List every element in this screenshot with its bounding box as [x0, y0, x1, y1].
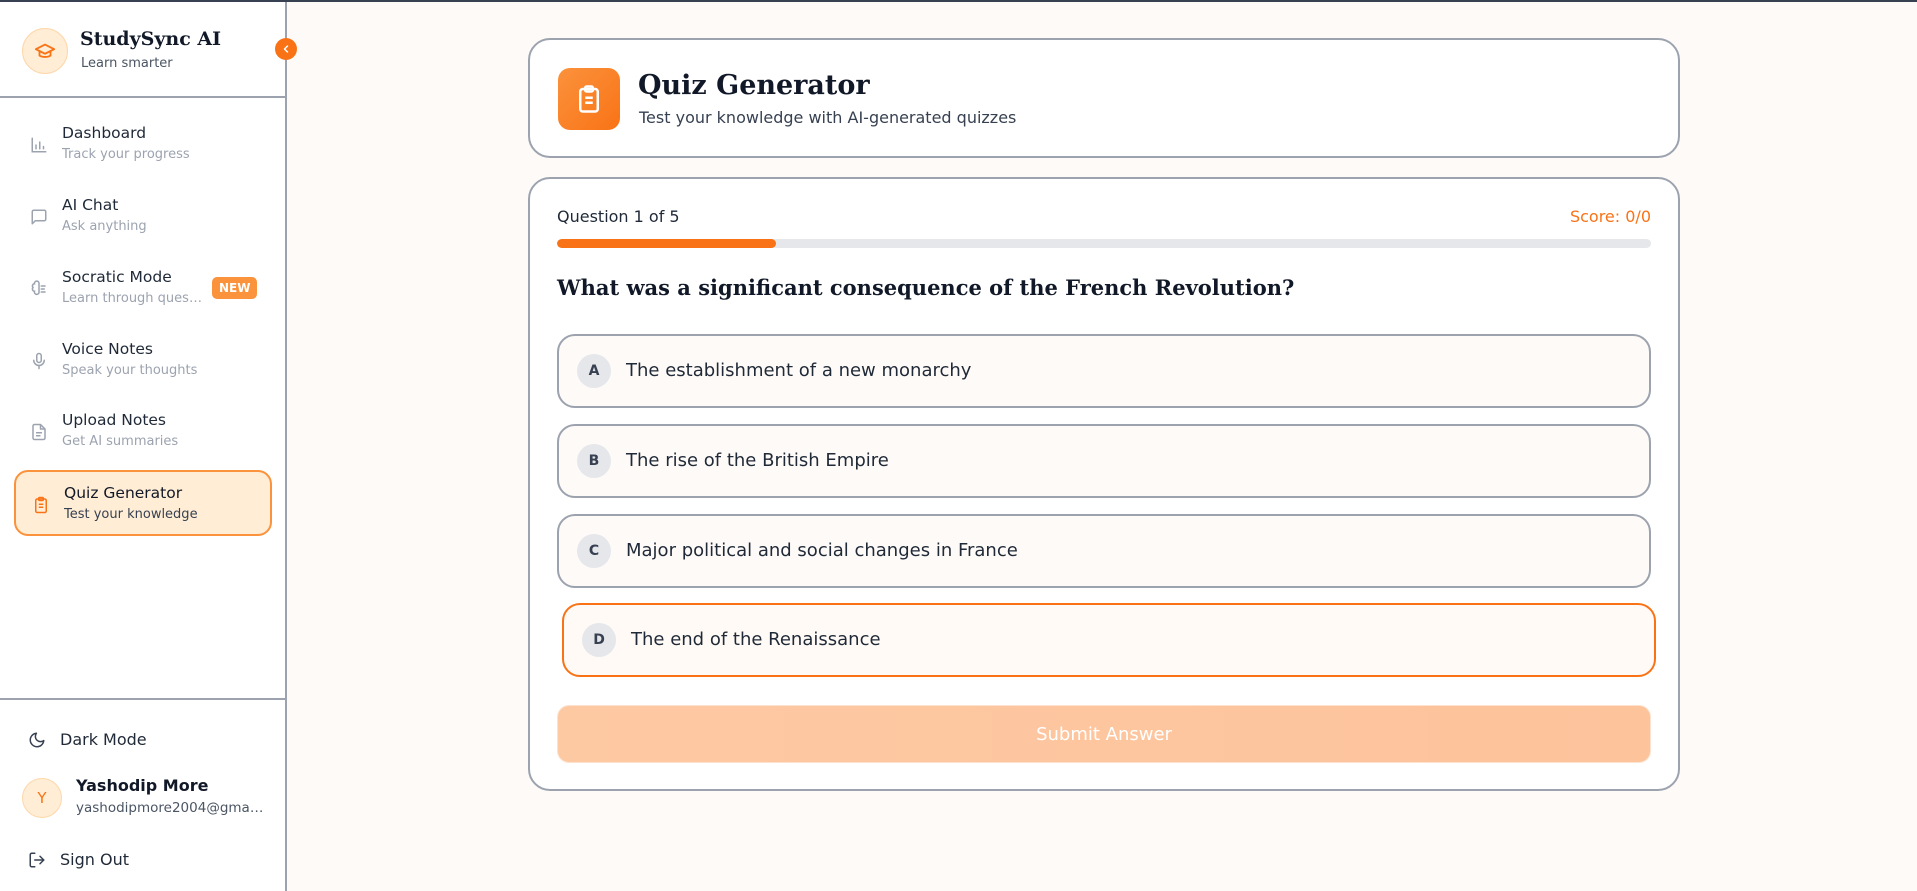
sidebar-item-quiz-generator[interactable]: Quiz Generator Test your knowledge — [14, 470, 272, 536]
message-icon — [28, 206, 50, 228]
question-counter: Question 1 of 5 — [557, 207, 680, 226]
moon-icon — [29, 732, 45, 748]
dark-mode-toggle[interactable]: Dark Mode — [26, 726, 266, 754]
sidebar-item-subtitle: Speak your thoughts — [62, 363, 198, 378]
user-profile[interactable]: Y Yashodip More yashodipmore2004@gmail.c… — [22, 776, 272, 826]
sidebar-item-title: Quiz Generator — [64, 484, 183, 502]
sign-out-button[interactable]: Sign Out — [26, 846, 226, 874]
sidebar-item-subtitle: Track your progress — [62, 147, 190, 162]
option-letter: C — [577, 534, 611, 568]
quiz-progress-bar — [557, 239, 1651, 248]
sign-out-label: Sign Out — [60, 850, 129, 869]
answer-option-a[interactable]: A The establishment of a new monarchy — [557, 334, 1651, 408]
sidebar-item-voice-notes[interactable]: Voice Notes Speak your thoughts — [14, 328, 272, 394]
sidebar-item-ai-chat[interactable]: AI Chat Ask anything — [14, 184, 272, 250]
user-name: Yashodip More — [76, 776, 209, 795]
brand-header: StudySync AI Learn smarter — [0, 2, 285, 98]
option-text: The end of the Renaissance — [631, 629, 881, 650]
quiz-progress-fill — [557, 239, 776, 248]
page-subtitle: Test your knowledge with AI-generated qu… — [639, 108, 1017, 127]
graduation-cap-icon — [22, 28, 68, 74]
sidebar-item-title: Dashboard — [62, 124, 147, 142]
clipboard-icon — [30, 494, 52, 516]
score-label: Score: 0/0 — [1569, 207, 1651, 226]
app-tagline: Learn smarter — [81, 56, 173, 71]
user-email: yashodipmore2004@gmail.com — [76, 800, 266, 816]
option-text: Major political and social changes in Fr… — [626, 540, 1018, 561]
question-text: What was a significant consequence of th… — [557, 275, 1295, 300]
sidebar-item-subtitle: Test your knowledge — [64, 507, 198, 522]
option-letter: A — [577, 354, 611, 388]
page-title: Quiz Generator — [638, 70, 870, 101]
sidebar: StudySync AI Learn smarter Dashboard Tra… — [0, 2, 297, 891]
app-name: StudySync AI — [80, 28, 222, 50]
sidebar-item-subtitle: Get AI summaries — [62, 434, 179, 449]
microphone-icon — [28, 350, 50, 372]
window-top-border — [0, 0, 1917, 2]
submit-answer-button[interactable]: Submit Answer — [557, 705, 1651, 763]
sidebar-item-title: Voice Notes — [62, 340, 153, 358]
sidebar-item-upload-notes[interactable]: Upload Notes Get AI summaries — [14, 399, 272, 465]
clipboard-icon — [558, 68, 620, 130]
sidebar-footer: Dark Mode Y Yashodip More yashodipmore20… — [0, 698, 285, 891]
collapse-sidebar-button[interactable] — [275, 38, 297, 60]
answer-option-d[interactable]: D The end of the Renaissance — [562, 603, 1656, 677]
option-letter: D — [582, 623, 616, 657]
dark-mode-label: Dark Mode — [60, 730, 147, 749]
option-text: The rise of the British Empire — [626, 450, 889, 471]
sign-out-icon — [29, 852, 45, 868]
document-icon — [28, 421, 50, 443]
option-letter: B — [577, 444, 611, 478]
option-text: The establishment of a new monarchy — [626, 360, 972, 381]
bar-chart-icon — [28, 134, 50, 156]
sidebar-item-title: Upload Notes — [62, 411, 167, 429]
sidebar-item-subtitle: Ask anything — [62, 219, 147, 234]
answer-option-c[interactable]: C Major political and social changes in … — [557, 514, 1651, 588]
sidebar-item-title: Socratic Mode — [62, 268, 172, 286]
sidebar-item-title: AI Chat — [62, 196, 119, 214]
brain-icon — [28, 278, 50, 300]
page-header-card: Quiz Generator Test your knowledge with … — [528, 38, 1680, 158]
answer-option-b[interactable]: B The rise of the British Empire — [557, 424, 1651, 498]
quiz-card: Question 1 of 5 Score: 0/0 What was a si… — [528, 177, 1680, 791]
sidebar-item-subtitle: Learn through questions — [62, 291, 207, 306]
new-badge: NEW — [212, 277, 258, 299]
avatar: Y — [22, 778, 62, 818]
chevron-left-icon — [283, 45, 289, 53]
sidebar-item-dashboard[interactable]: Dashboard Track your progress — [14, 112, 272, 178]
sidebar-item-socratic-mode[interactable]: Socratic Mode Learn through questions NE… — [14, 256, 272, 322]
